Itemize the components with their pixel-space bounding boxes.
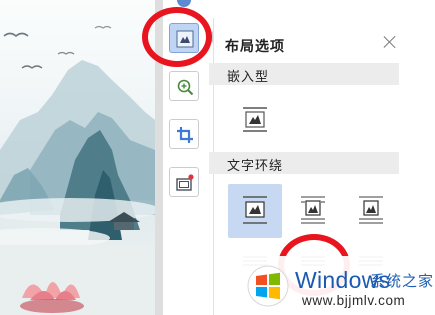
wrap-section-label: 文字环绕 <box>227 159 284 174</box>
picture-frame-button[interactable] <box>169 167 199 197</box>
inline-section-header: 嵌入型 <box>209 63 399 85</box>
option-inline[interactable] <box>228 94 282 148</box>
tight-wrap-icon <box>301 196 325 224</box>
zoom-icon <box>177 79 194 96</box>
inline-section-label: 嵌入型 <box>227 70 270 85</box>
highlight-ring-layout-button <box>142 7 212 67</box>
panel-title: 布局选项 <box>225 39 285 55</box>
inline-wrap-icon <box>243 107 267 132</box>
option-through-wrap[interactable] <box>344 184 398 238</box>
option-square-wrap[interactable] <box>228 184 282 238</box>
through-wrap-icon <box>359 196 383 224</box>
background-painting <box>0 0 155 315</box>
wrap-section-header: 文字环绕 <box>209 152 399 174</box>
crop-button[interactable] <box>169 119 199 149</box>
windows-logo-icon <box>247 265 289 307</box>
picture-frame-icon <box>176 174 194 191</box>
close-icon[interactable] <box>382 34 398 50</box>
watermark-url: www.bjjmlv.com <box>302 293 406 308</box>
rotate-handle[interactable] <box>177 0 191 7</box>
square-wrap-icon <box>243 196 267 224</box>
watermark-subtitle: 系统之家 <box>370 272 435 290</box>
zoom-button[interactable] <box>169 71 199 101</box>
option-tight-wrap[interactable] <box>286 184 340 238</box>
crop-icon <box>177 127 193 143</box>
watermark: Windows 系统之家 www.bjjmlv.com <box>240 256 435 315</box>
